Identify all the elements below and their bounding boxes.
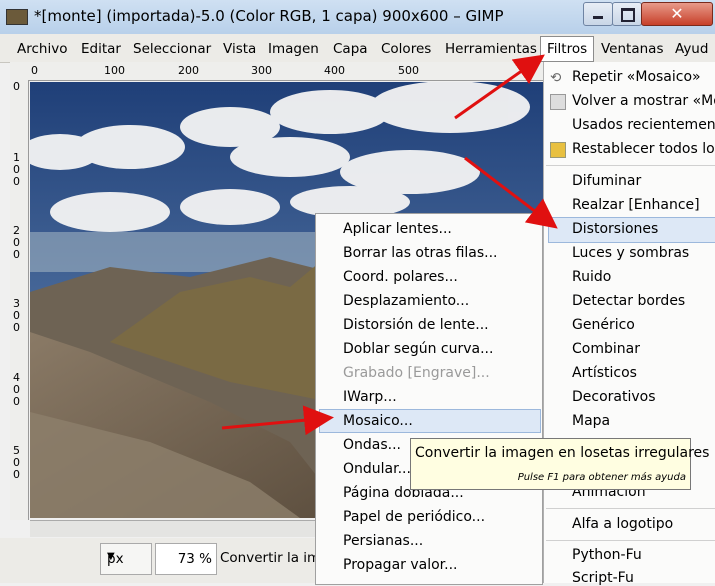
annotation-arrows — [221, 54, 558, 436]
arrow-to-filtros — [454, 54, 545, 120]
arrow-to-distorsiones — [464, 156, 558, 229]
arrow-to-mosaico — [221, 405, 334, 436]
